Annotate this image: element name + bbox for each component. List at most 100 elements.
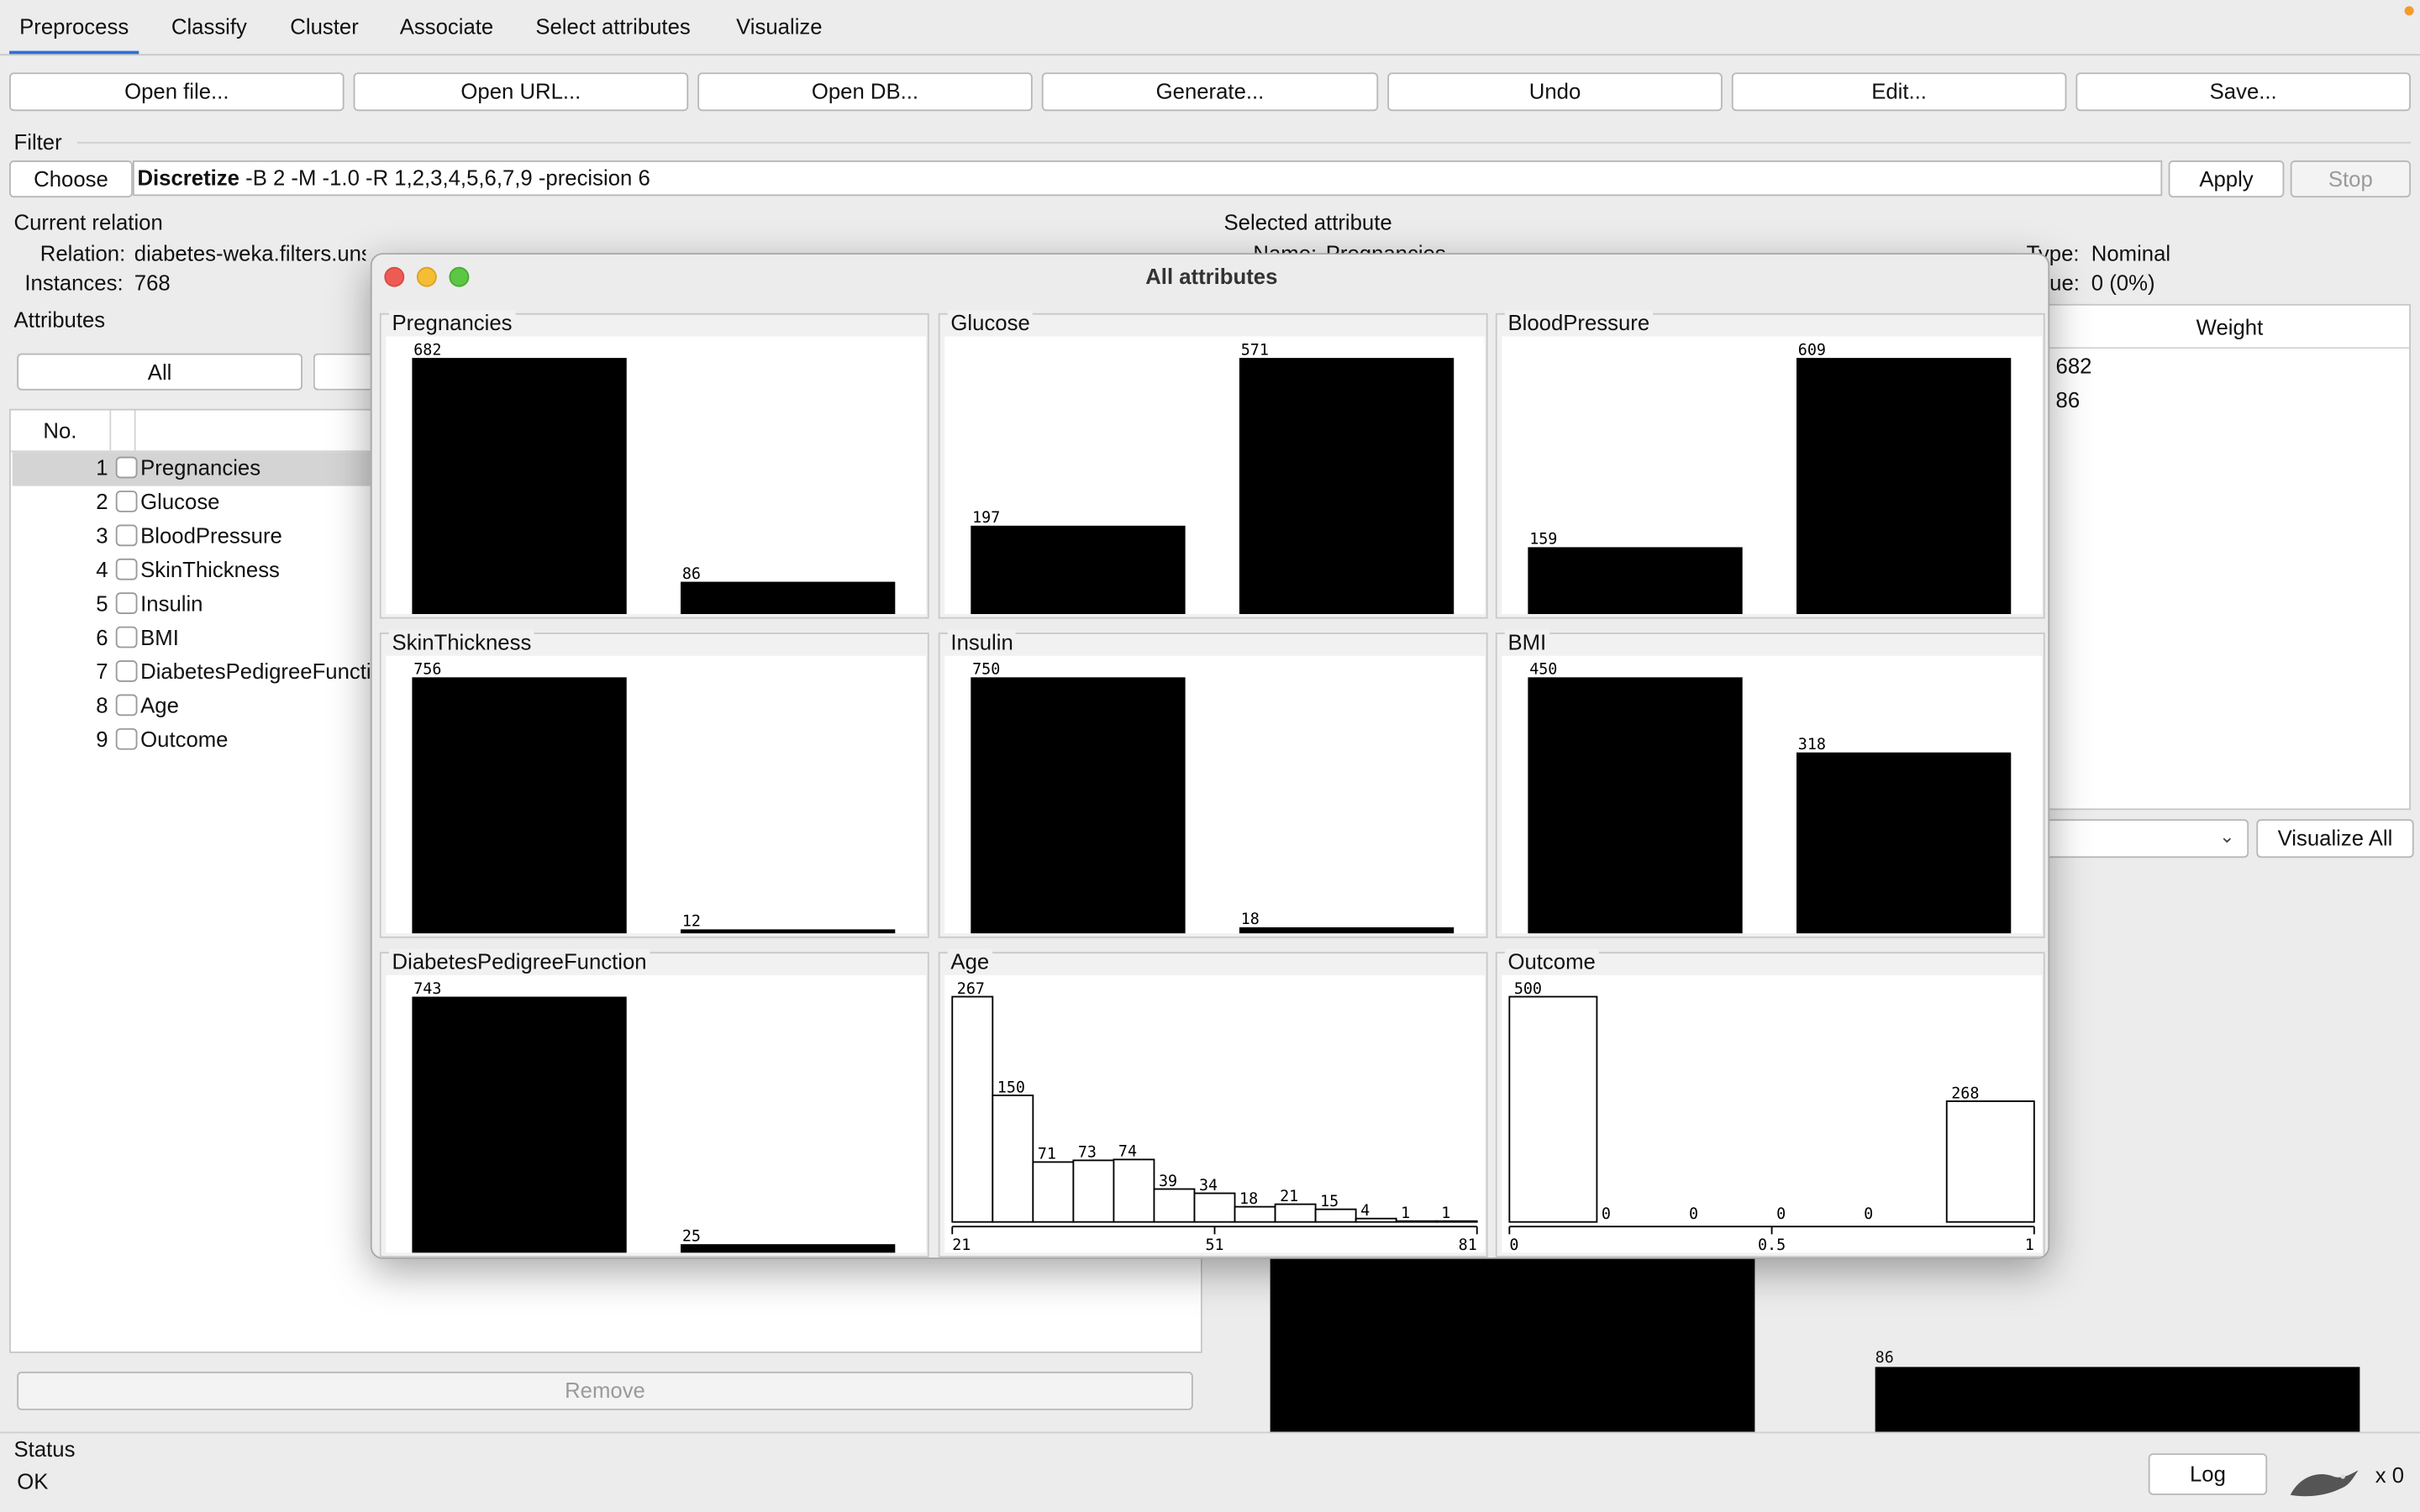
histogram-bar	[681, 929, 896, 934]
x-tick-label: 81	[1459, 1236, 1477, 1253]
attribute-name: Glucose	[140, 489, 220, 514]
column-header-no[interactable]: No.	[43, 418, 76, 443]
status-text: OK	[17, 1468, 49, 1494]
attribute-row[interactable]: 9 Outcome	[13, 723, 371, 757]
edit-button[interactable]: Edit...	[1731, 72, 2067, 112]
tab-select-attributes[interactable]: Select attributes	[535, 0, 690, 54]
histogram-bar	[412, 677, 627, 934]
bar-count-label: 74	[1118, 1143, 1137, 1161]
selected-unique-value: 0 (0%)	[2091, 270, 2155, 295]
tab-associate[interactable]: Associate	[400, 0, 493, 54]
weka-bird-icon[interactable]	[2287, 1464, 2361, 1501]
histogram-cell: Outcome 500 0 0 0 0 268 0 0.5 1	[1495, 948, 2045, 1257]
selected-unique-label: ue:	[2049, 270, 2080, 295]
attribute-row[interactable]: 8 Age	[13, 690, 371, 723]
filter-divider	[76, 141, 2411, 144]
attribute-row[interactable]: 7 DiabetesPedigreeFunction	[13, 656, 371, 690]
attribute-name: Age	[140, 692, 179, 718]
visualize-all-button[interactable]: Visualize All	[2256, 819, 2414, 858]
histogram-bar	[681, 581, 896, 615]
attribute-checkbox[interactable]	[115, 592, 138, 615]
bar-count-label: 0	[1689, 1205, 1698, 1223]
chevron-down-icon: ⌄	[2219, 825, 2235, 848]
select-all-button[interactable]: All	[17, 353, 303, 391]
maximize-icon[interactable]	[449, 266, 470, 287]
bar-count-label: 12	[682, 913, 701, 931]
open-file-button[interactable]: Open file...	[9, 72, 345, 112]
attribute-checkbox[interactable]	[115, 626, 138, 648]
tab-visualize[interactable]: Visualize	[736, 0, 822, 54]
close-icon[interactable]	[384, 266, 405, 287]
histogram-bar	[681, 1244, 896, 1253]
bar-count-label: 1	[1401, 1205, 1410, 1222]
attribute-checkbox[interactable]	[115, 524, 138, 547]
histogram-cell: Insulin 750 18	[938, 629, 1488, 938]
choose-filter-button[interactable]: Choose	[9, 160, 133, 198]
all-attributes-window: All attributes Pregnancies 682 86 Glucose…	[370, 253, 2050, 1259]
bar-count-label: 1	[1441, 1205, 1450, 1222]
attribute-name: Outcome	[140, 727, 229, 752]
weight-table-header: Weight	[2032, 306, 2410, 349]
attribute-row[interactable]: 1 Pregnancies	[12, 452, 371, 486]
histogram-bar	[1945, 1100, 2035, 1223]
histogram-cell: BMI 450 318	[1495, 629, 2045, 938]
histogram-bar	[971, 677, 1186, 934]
bar-count-label: 21	[1280, 1188, 1298, 1205]
bar-count-label: 197	[972, 509, 1000, 527]
histogram-cell: Glucose 197 571	[938, 310, 1488, 619]
histogram-chart: 682 86	[386, 336, 927, 615]
attribute-row[interactable]: 3 BloodPressure	[13, 520, 371, 554]
open-db-button[interactable]: Open DB...	[697, 72, 1033, 112]
histogram-cell: BloodPressure 159 609	[1495, 310, 2045, 619]
attribute-row[interactable]: 5 Insulin	[13, 588, 371, 622]
select-none-button[interactable]	[313, 353, 371, 391]
bar-count-label: 71	[1038, 1146, 1056, 1163]
bar-count-label: 0	[1864, 1205, 1873, 1223]
x-tick-label: 0.5	[1758, 1236, 1786, 1253]
undo-button[interactable]: Undo	[1387, 72, 1723, 112]
attribute-checkbox[interactable]	[115, 456, 138, 479]
bar-count-label: 18	[1239, 1190, 1258, 1208]
attribute-row[interactable]: 2 Glucose	[13, 486, 371, 520]
attribute-number: 7	[96, 659, 108, 684]
save-button[interactable]: Save...	[2075, 72, 2411, 112]
histogram-bar	[951, 995, 994, 1223]
bar-count-label: 159	[1529, 531, 1557, 549]
bar-count-label: 609	[1798, 341, 1826, 359]
attribute-checkbox[interactable]	[115, 660, 138, 682]
remove-button: Remove	[17, 1371, 1193, 1410]
weka-explorer-window: Preprocess Classify Cluster Associate Se…	[0, 0, 2420, 1512]
histogram-chart: 197 571	[944, 336, 1485, 615]
histogram-title: BMI	[1504, 629, 1549, 654]
histogram-chart: 267 150 71 73 74 39 34 18 21 15 4 1 1 21 51 81	[944, 974, 1485, 1253]
attribute-number: 5	[96, 591, 108, 616]
tab-preprocess[interactable]: Preprocess	[9, 0, 139, 55]
histogram-title: SkinThickness	[388, 629, 534, 654]
histogram-bar	[1528, 547, 1743, 615]
attribute-checkbox[interactable]	[115, 491, 138, 512]
attribute-number: 6	[96, 624, 108, 650]
background-bar-label: 86	[1875, 1350, 1894, 1368]
open-url-button[interactable]: Open URL...	[353, 72, 689, 112]
bar-count-label: 4	[1360, 1202, 1370, 1220]
bar-count-label: 0	[1776, 1205, 1786, 1223]
attribute-row[interactable]: 4 SkinThickness	[13, 554, 371, 587]
apply-button[interactable]: Apply	[2168, 160, 2285, 198]
attribute-checkbox[interactable]	[115, 558, 138, 580]
histogram-chart: 159 609	[1502, 336, 2043, 615]
attribute-checkbox[interactable]	[115, 694, 138, 717]
tab-classify[interactable]: Classify	[171, 0, 247, 54]
notification-dot	[2404, 6, 2414, 16]
filter-spec-field[interactable]: Discretize -B 2 -M -1.0 -R 1,2,3,4,5,6,7…	[132, 160, 2163, 197]
class-selector-dropdown[interactable]: ⌄	[2031, 819, 2249, 858]
histogram-bar	[1153, 1188, 1196, 1223]
attribute-number: 2	[96, 489, 108, 514]
tab-cluster[interactable]: Cluster	[290, 0, 358, 54]
generate-button[interactable]: Generate...	[1041, 72, 1379, 112]
bar-count-label: 450	[1529, 661, 1557, 679]
attribute-row[interactable]: 6 BMI	[13, 622, 371, 655]
attribute-checkbox[interactable]	[115, 727, 138, 750]
minimize-icon[interactable]	[416, 266, 437, 287]
log-button[interactable]: Log	[2148, 1453, 2268, 1495]
column-header-weight[interactable]: Weight	[2196, 315, 2264, 339]
